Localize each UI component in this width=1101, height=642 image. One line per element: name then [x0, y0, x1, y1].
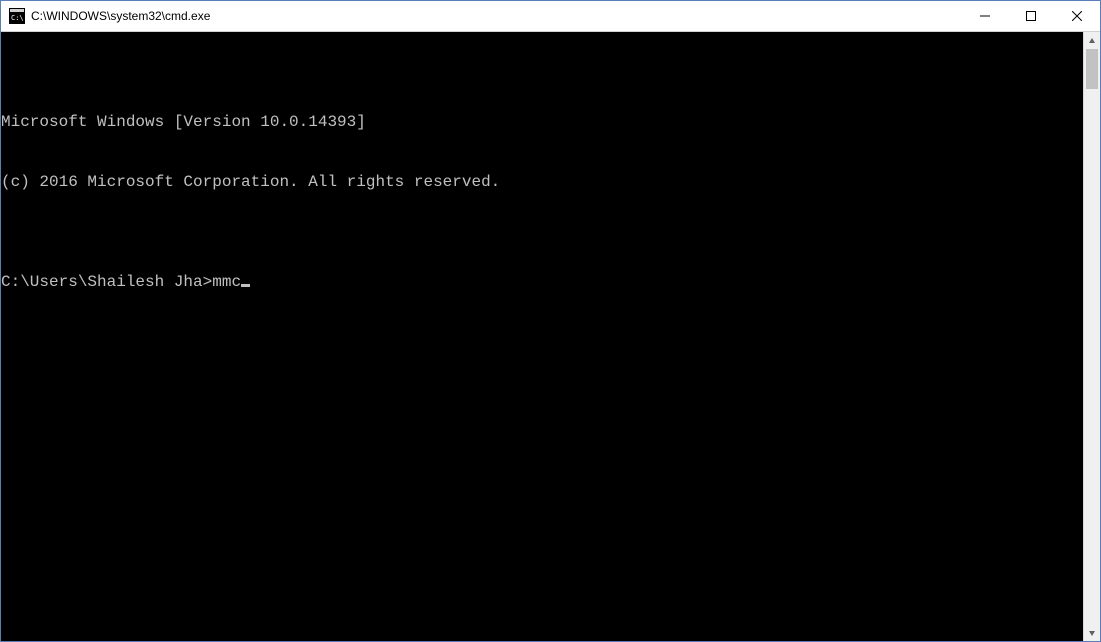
scroll-up-arrow[interactable] — [1084, 32, 1100, 49]
scroll-thumb[interactable] — [1086, 49, 1098, 89]
cmd-icon: C:\ — [9, 8, 25, 24]
console-command: mmc — [212, 272, 241, 292]
close-button[interactable] — [1054, 1, 1100, 31]
vertical-scrollbar[interactable] — [1083, 32, 1100, 641]
svg-text:C:\: C:\ — [11, 14, 24, 22]
console-prompt: C:\Users\Shailesh Jha> — [1, 272, 212, 292]
console-line-version: Microsoft Windows [Version 10.0.14393] — [1, 112, 1083, 132]
minimize-button[interactable] — [962, 1, 1008, 31]
window-title: C:\WINDOWS\system32\cmd.exe — [31, 9, 962, 23]
client-area: Microsoft Windows [Version 10.0.14393] (… — [1, 32, 1100, 641]
console-line-copyright: (c) 2016 Microsoft Corporation. All righ… — [1, 172, 1083, 192]
console-prompt-line: C:\Users\Shailesh Jha>mmc — [1, 272, 1083, 292]
scroll-track[interactable] — [1084, 49, 1100, 624]
scroll-down-arrow[interactable] — [1084, 624, 1100, 641]
console-output[interactable]: Microsoft Windows [Version 10.0.14393] (… — [1, 32, 1083, 641]
window-titlebar[interactable]: C:\ C:\WINDOWS\system32\cmd.exe — [1, 1, 1100, 32]
text-cursor — [241, 284, 250, 287]
window-controls — [962, 1, 1100, 31]
maximize-button[interactable] — [1008, 1, 1054, 31]
